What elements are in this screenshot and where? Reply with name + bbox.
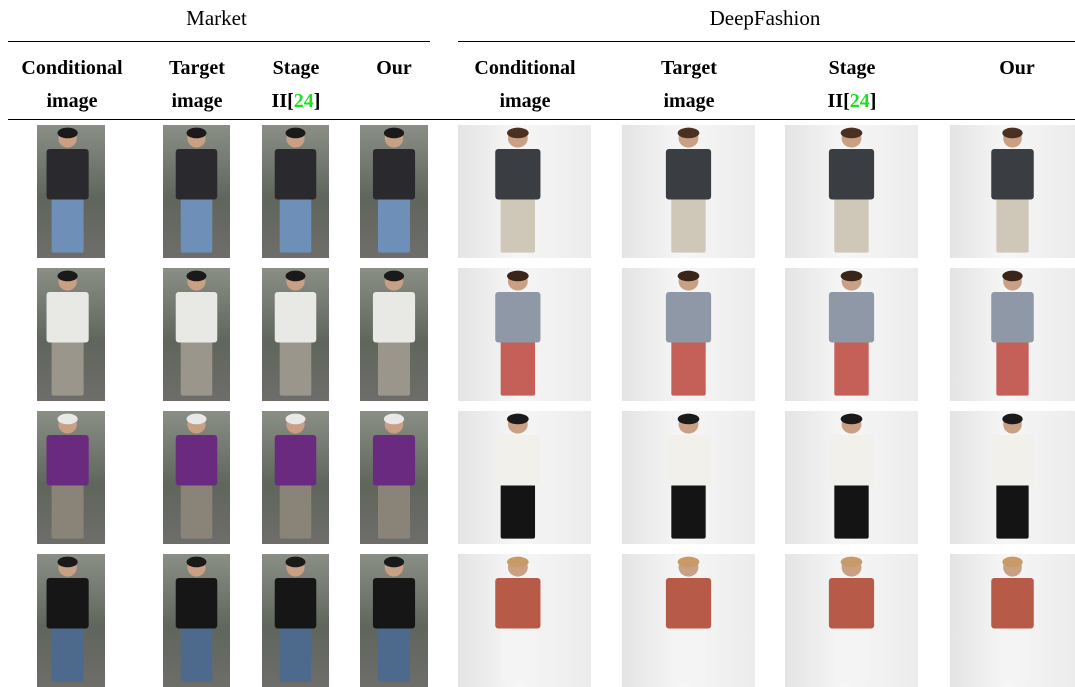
market-row4-conditional-image	[37, 554, 105, 687]
deepfashion-col-conditional: Conditional image	[474, 57, 576, 112]
deepfashion-row3-conditional-image	[458, 411, 591, 544]
deepfashion-row4-target-image	[622, 554, 755, 687]
deepfashion-col-our: Our	[999, 57, 1035, 79]
deepfashion-row3-stage-ii-image	[785, 411, 918, 544]
market-row2-target-image	[163, 268, 230, 401]
citation-ref[interactable]: 24	[850, 90, 870, 112]
deepfashion-row1-conditional-image	[458, 125, 591, 258]
deepfashion-row2-our-image	[950, 268, 1075, 401]
market-row2-conditional-image	[37, 268, 105, 401]
deepfashion-row3-our-image	[950, 411, 1075, 544]
market-row1-our-image	[360, 125, 428, 258]
market-row3-stage-ii-image	[262, 411, 329, 544]
deepfashion-row4-conditional-image	[458, 554, 591, 687]
market-row1-target-image	[163, 125, 230, 258]
market-col-our: Our	[376, 57, 412, 79]
market-row1-conditional-image	[37, 125, 105, 258]
market-row3-target-image	[163, 411, 230, 544]
citation-ref[interactable]: 24	[294, 90, 314, 112]
market-group-title: Market	[186, 6, 247, 30]
deepfashion-row2-stage-ii-image	[785, 268, 918, 401]
market-row2-stage-ii-image	[262, 268, 329, 401]
market-col-conditional: Conditional image	[21, 57, 123, 112]
deepfashion-row3-target-image	[622, 411, 755, 544]
market-col-target: Target image	[169, 57, 225, 112]
market-row3-our-image	[360, 411, 428, 544]
market-row4-target-image	[163, 554, 230, 687]
market-row4-our-image	[360, 554, 428, 687]
deepfashion-row4-stage-ii-image	[785, 554, 918, 687]
deepfashion-top-rule	[458, 41, 1075, 42]
market-row4-stage-ii-image	[262, 554, 329, 687]
deepfashion-row1-our-image	[950, 125, 1075, 258]
market-row3-conditional-image	[37, 411, 105, 544]
deepfashion-row2-target-image	[622, 268, 755, 401]
deepfashion-group-title: DeepFashion	[709, 6, 821, 30]
deepfashion-col-stage: Stage II[24]	[827, 57, 877, 112]
market-top-rule	[8, 41, 430, 42]
market-row1-stage-ii-image	[262, 125, 329, 258]
deepfashion-row1-target-image	[622, 125, 755, 258]
deepfashion-row2-conditional-image	[458, 268, 591, 401]
market-row2-our-image	[360, 268, 428, 401]
market-col-stage: Stage II[24]	[271, 57, 321, 112]
deepfashion-col-target: Target image	[661, 57, 717, 112]
deepfashion-row1-stage-ii-image	[785, 125, 918, 258]
header-bottom-rule	[8, 119, 1075, 120]
deepfashion-row4-our-image	[950, 554, 1075, 687]
